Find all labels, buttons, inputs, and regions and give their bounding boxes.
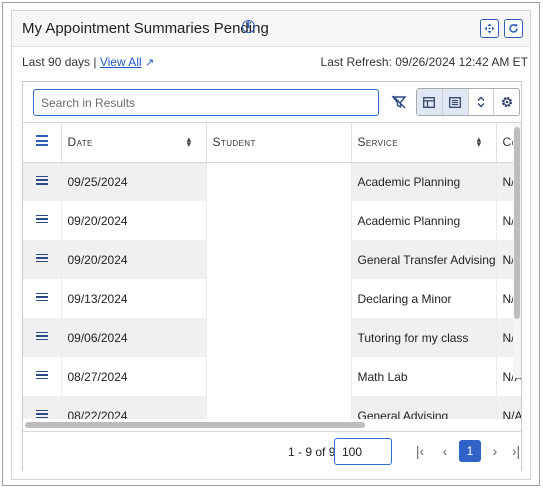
student-cell [206,162,352,201]
appointments-table: Date ▴ ▾ Student Service ▴ ▾ Co 09/25/20… [23,123,521,419]
row-menu-cell[interactable] [23,201,62,240]
first-page-button[interactable]: |‹ [409,440,431,462]
expand-button[interactable] [480,19,499,38]
chevron-left-icon: ‹ [442,443,448,459]
service-cell: Math Lab [351,357,497,396]
student-cell [206,396,352,419]
chevron-right-icon: › [492,443,498,459]
prev-page-button[interactable]: ‹ [434,440,456,462]
page-button-current[interactable]: 1 [459,440,481,462]
row-menu-cell[interactable] [23,240,62,279]
date-cell: 08/22/2024 [61,396,207,419]
result-range: 1 - 9 of 9 [288,445,336,459]
range-label: Last 90 days | [22,55,97,69]
service-cell: Declaring a Minor [351,279,497,318]
horizontal-scrollbar-thumb[interactable] [25,422,365,428]
row-menu-icon [35,213,48,226]
table-row[interactable]: 09/06/2024 Tutoring for my class N/A [23,318,521,357]
date-cell: 09/25/2024 [61,162,207,201]
menu-icon [35,133,48,149]
date-cell: 09/13/2024 [61,279,207,318]
table-row[interactable]: 09/20/2024 General Transfer Advising N/A [23,240,521,279]
table-row[interactable]: 08/22/2024 General Advising N/A [23,396,521,419]
grid-toolbar [23,82,521,122]
sort-icon[interactable]: ▴ ▾ [187,135,192,149]
date-cell: 08/27/2024 [61,357,207,396]
row-menu-icon [35,252,48,265]
info-icon[interactable]: i [242,20,255,33]
last-refresh: Last Refresh: 09/26/2024 12:42 AM ET [320,55,528,69]
co-cell: N/A [496,396,521,419]
table-row[interactable]: 08/27/2024 Math Lab N/A [23,357,521,396]
next-page-button[interactable]: › [484,440,506,462]
vertical-scrollbar[interactable] [513,123,521,378]
row-menu-cell[interactable] [23,318,62,357]
table-view-icon [423,96,436,108]
table-header-row: Date ▴ ▾ Student Service ▴ ▾ Co [23,123,521,163]
student-cell [206,279,352,318]
widget-header: My Appointment Summaries Pending i [12,11,530,47]
settings-icon [501,96,512,108]
date-range: Last 90 days | View All ↗ [22,55,154,69]
table-row[interactable]: 09/13/2024 Declaring a Minor N/A [23,279,521,318]
row-menu-cell[interactable] [23,357,62,396]
results-grid: Date ▴▾ Student Service ▴▾ Co [22,81,522,471]
view-toggle-group [416,88,520,116]
page-size-input[interactable]: 100 [334,438,392,465]
last-page-icon: ›| [511,443,521,459]
row-menu-cell[interactable] [23,396,62,419]
student-cell [206,240,352,279]
last-page-button[interactable]: ›| [509,440,523,462]
row-menu-icon [35,330,48,343]
row-menu-icon [35,291,48,304]
date-cell: 09/06/2024 [61,318,207,357]
table-view-button[interactable] [417,89,443,115]
row-menu-cell[interactable] [23,279,62,318]
card-view-button[interactable] [442,89,469,115]
service-cell: General Transfer Advising [351,240,497,279]
column-menu-header[interactable] [23,123,62,163]
service-cell: Academic Planning [351,162,497,201]
refresh-icon [509,24,518,33]
column-header-label: Date [67,135,93,150]
service-cell: General Advising [351,396,497,419]
first-page-icon: |‹ [415,443,425,459]
sort-icon[interactable]: ▴ ▾ [477,135,482,149]
date-cell: 09/20/2024 [61,201,207,240]
column-header-student[interactable]: Student [206,123,352,163]
column-header-date[interactable]: Date ▴ ▾ [61,123,207,163]
appointment-summaries-widget: My Appointment Summaries Pending i Last … [11,10,531,480]
table-viewport: Date ▴ ▾ Student Service ▴ ▾ Co 09/25/20… [23,122,521,419]
table-row[interactable]: 09/25/2024 Academic Planning N/A [23,162,521,201]
settings-button[interactable] [494,89,519,115]
search-input[interactable] [33,89,379,116]
vertical-scrollbar-thumb[interactable] [514,127,520,319]
card-view-icon [449,96,462,108]
view-all-link[interactable]: View All [100,55,142,69]
sort-toggle-icon [477,96,485,108]
row-menu-icon [35,369,48,382]
table-row[interactable]: 09/20/2024 Academic Planning N/A [23,201,521,240]
page-frame: My Appointment Summaries Pending i Last … [2,2,540,486]
student-cell [206,201,352,240]
row-menu-icon [35,174,48,187]
sort-toggle-button[interactable] [469,89,495,115]
refresh-button[interactable] [504,19,523,38]
column-header-label: Service [357,135,398,150]
student-cell [206,318,352,357]
date-cell: 09/20/2024 [61,240,207,279]
service-cell: Academic Planning [351,201,497,240]
filter-off-icon[interactable] [391,94,407,110]
row-menu-cell[interactable] [23,162,62,201]
widget-title: My Appointment Summaries Pending [22,20,269,37]
student-cell [206,357,352,396]
column-header-service[interactable]: Service ▴ ▾ [351,123,497,163]
pagination-bar: 1 - 9 of 9 100 |‹ ‹ 1 › ›| [23,431,521,471]
service-cell: Tutoring for my class [351,318,497,357]
external-link-icon[interactable]: ↗ [145,57,154,69]
expand-icon [484,23,495,34]
column-header-label: Student [212,135,256,150]
row-menu-icon [35,408,48,419]
